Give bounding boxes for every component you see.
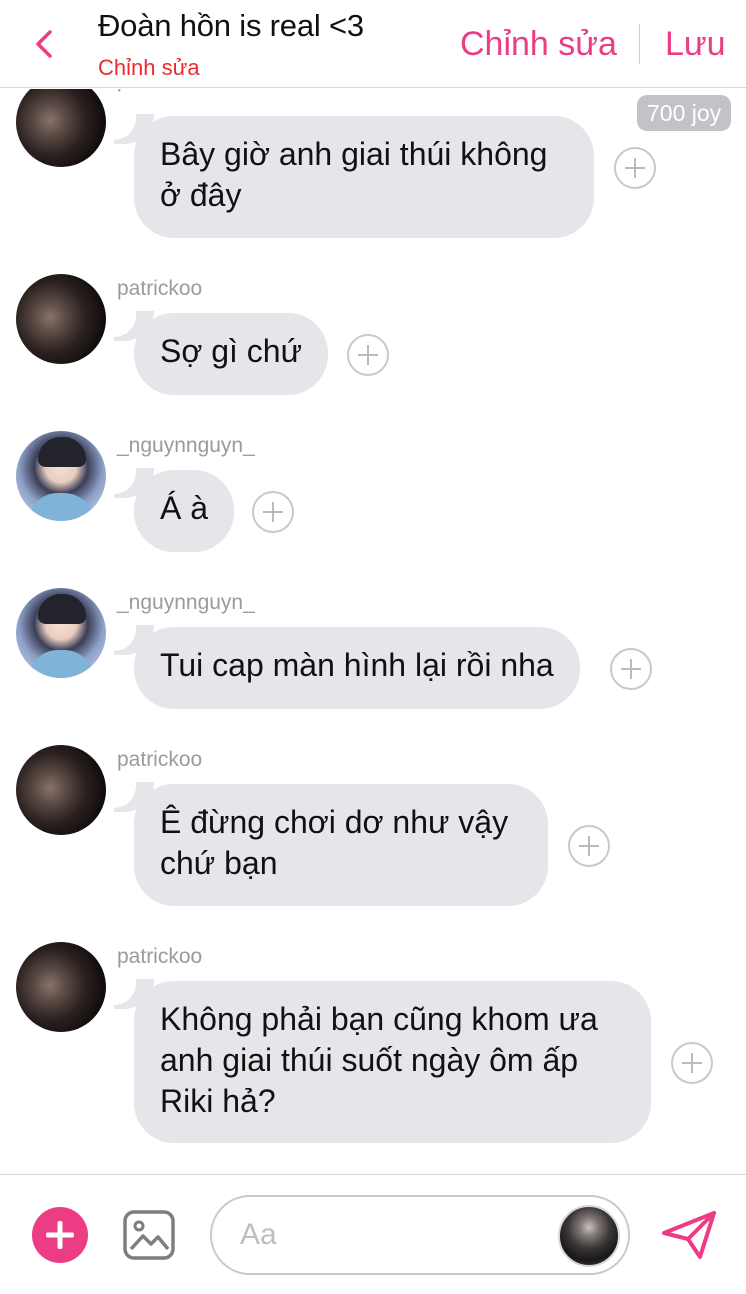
- react-button[interactable]: [568, 825, 610, 867]
- message-bubble[interactable]: Ê đừng chơi dơ như vậy chứ bạn: [114, 778, 548, 906]
- patrickoo-avatar[interactable]: [16, 942, 106, 1032]
- composer-bar: [0, 1174, 746, 1294]
- header-divider: [639, 24, 640, 64]
- message-list[interactable]: patrickoo Bây giờ anh giai thúi không ở …: [0, 89, 746, 1174]
- message-text: Không phải bạn cũng khom ưa anh giai thú…: [160, 1001, 598, 1119]
- chevron-left-icon: [36, 30, 52, 58]
- message-username: patrickoo: [117, 748, 203, 771]
- message-input-wrapper: [210, 1195, 630, 1275]
- nguynnguyn-avatar[interactable]: [16, 431, 106, 521]
- chat-title: Đoàn hồn is real <3: [98, 8, 364, 43]
- image-button[interactable]: [122, 1209, 176, 1261]
- message-text: Á à: [160, 490, 209, 526]
- message-text: Tui cap màn hình lại rồi nha: [160, 647, 554, 683]
- message-bubble[interactable]: Sợ gì chứ: [113, 307, 329, 395]
- message-username: patrickoo: [117, 89, 202, 93]
- react-button[interactable]: [252, 491, 294, 533]
- patrickoo-avatar[interactable]: [16, 745, 106, 835]
- message-username: patrickoo: [117, 945, 203, 968]
- chat-header: Đoàn hồn is real <3 Chỉnh sửa Chỉnh sửa …: [0, 0, 746, 88]
- message-input[interactable]: [240, 1215, 540, 1255]
- message-text: Bây giờ anh giai thúi không ở đây: [160, 136, 548, 213]
- nguynnguyn-avatar[interactable]: [16, 588, 106, 678]
- react-button[interactable]: [347, 334, 389, 376]
- patrickoo-avatar[interactable]: [16, 274, 106, 364]
- save-button[interactable]: Lưu: [665, 25, 726, 64]
- message-username: _nguynnguyn_: [117, 434, 255, 457]
- avatar-shirt: [28, 493, 94, 521]
- react-button[interactable]: [610, 648, 652, 690]
- message-username: patrickoo: [117, 277, 203, 300]
- message-bubble[interactable]: Không phải bạn cũng khom ưa anh giai thú…: [114, 975, 651, 1143]
- edit-button[interactable]: Chỉnh sửa: [460, 25, 617, 64]
- chat-subtitle: Chỉnh sửa: [98, 55, 200, 80]
- back-button[interactable]: [26, 24, 66, 64]
- add-button[interactable]: [32, 1207, 88, 1263]
- avatar-shirt: [28, 650, 94, 678]
- message-username: _nguynnguyn_: [117, 591, 255, 614]
- react-button[interactable]: [671, 1042, 713, 1084]
- send-icon: [662, 1211, 716, 1259]
- send-button[interactable]: [660, 1209, 718, 1261]
- message-bubble[interactable]: Bây giờ anh giai thúi không ở đây: [114, 110, 594, 238]
- avatar-hair: [38, 437, 86, 467]
- message-text: Ê đừng chơi dơ như vậy chứ bạn: [160, 804, 509, 881]
- patrickoo-avatar[interactable]: [16, 89, 106, 167]
- avatar-hair: [38, 594, 86, 624]
- image-icon: [123, 1210, 175, 1260]
- message-bubble[interactable]: Á à: [113, 464, 235, 552]
- message-bubble[interactable]: Tui cap màn hình lại rồi nha: [114, 621, 580, 709]
- message-text: Sợ gì chứ: [160, 333, 303, 369]
- react-button[interactable]: [614, 147, 656, 189]
- joy-badge: 700 joy: [637, 95, 732, 131]
- character-avatar[interactable]: [558, 1205, 620, 1267]
